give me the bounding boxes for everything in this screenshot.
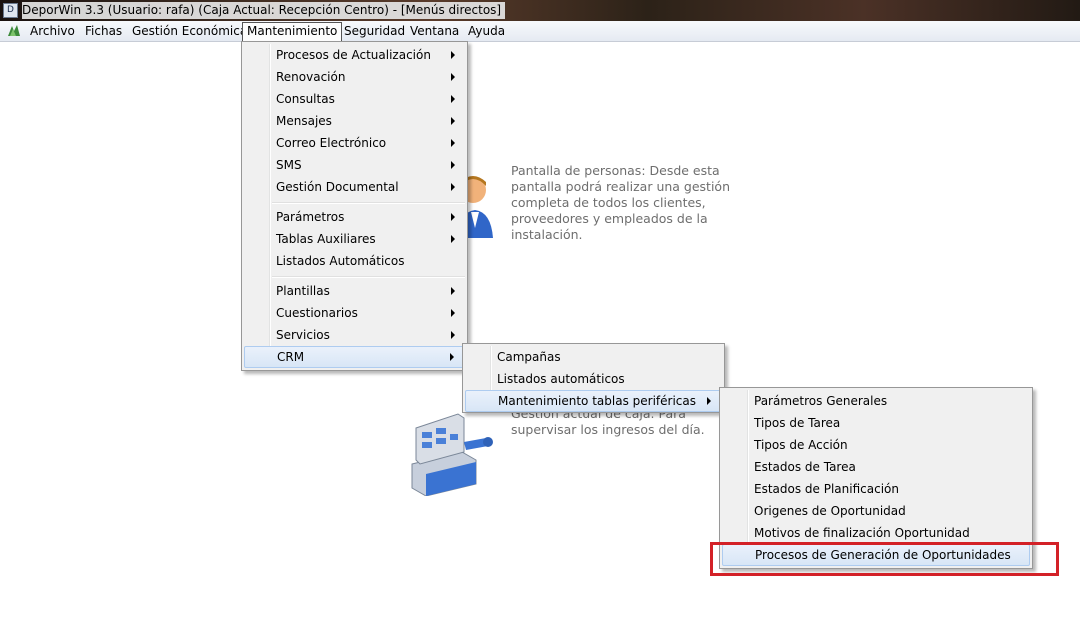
mantenimiento-menu: Procesos de Actualización Renovación Con… [241, 41, 468, 371]
app-logo-icon[interactable] [6, 24, 22, 38]
menu-item-tipos-de-tarea[interactable]: Tipos de Tarea [722, 412, 1030, 434]
crm-submenu: Campañas Listados automáticos Mantenimie… [462, 343, 725, 413]
submenu-arrow-icon [451, 287, 455, 295]
menu-archivo[interactable]: Archivo [26, 22, 79, 40]
menu-item-campanas[interactable]: Campañas [465, 346, 722, 368]
menu-item-tablas-auxiliares[interactable]: Tablas Auxiliares [244, 228, 465, 250]
menu-item-mantenimiento-tablas-perifericas[interactable]: Mantenimiento tablas periféricas [465, 390, 722, 412]
submenu-arrow-icon [451, 183, 455, 191]
submenu-arrow-icon [451, 161, 455, 169]
menu-item-cuestionarios[interactable]: Cuestionarios [244, 302, 465, 324]
menu-item-servicios[interactable]: Servicios [244, 324, 465, 346]
menu-fichas[interactable]: Fichas [81, 22, 126, 40]
submenu-arrow-icon [451, 95, 455, 103]
menu-item-plantillas[interactable]: Plantillas [244, 280, 465, 302]
submenu-arrow-icon [451, 139, 455, 147]
menu-ayuda[interactable]: Ayuda [464, 22, 509, 40]
menu-item-estados-de-planificacion[interactable]: Estados de Planificación [722, 478, 1030, 500]
menu-mantenimiento[interactable]: Mantenimiento [242, 22, 343, 42]
title-bar: D DeporWin 3.3 (Usuario: rafa) (Caja Act… [0, 0, 1080, 21]
menu-separator [272, 202, 465, 204]
menu-item-correo-electronico[interactable]: Correo Electrónico [244, 132, 465, 154]
submenu-arrow-icon [451, 213, 455, 221]
menu-item-parametros[interactable]: Parámetros [244, 206, 465, 228]
submenu-arrow-icon [451, 117, 455, 125]
menu-item-procesos-actualizacion[interactable]: Procesos de Actualización [244, 44, 465, 66]
submenu-arrow-icon [451, 331, 455, 339]
menu-gestion-economica[interactable]: Gestión Económica [128, 22, 251, 40]
cash-register-icon[interactable] [402, 404, 494, 496]
highlight-annotation-box [710, 542, 1059, 576]
menu-item-mensajes[interactable]: Mensajes [244, 110, 465, 132]
menu-item-tipos-de-accion[interactable]: Tipos de Acción [722, 434, 1030, 456]
menu-item-listados-automaticos-crm[interactable]: Listados automáticos [465, 368, 722, 390]
personas-description: Pantalla de personas: Desde esta pantall… [511, 163, 731, 242]
submenu-arrow-icon [451, 235, 455, 243]
menu-item-renovacion[interactable]: Renovación [244, 66, 465, 88]
menu-item-crm[interactable]: CRM [244, 346, 465, 368]
submenu-arrow-icon [451, 51, 455, 59]
menu-item-origenes-de-oportunidad[interactable]: Origenes de Oportunidad [722, 500, 1030, 522]
menu-seguridad[interactable]: Seguridad [340, 22, 409, 40]
submenu-arrow-icon [451, 309, 455, 317]
menu-bar: Archivo Fichas Gestión Económica Manteni… [0, 21, 1080, 42]
menu-item-consultas[interactable]: Consultas [244, 88, 465, 110]
menu-separator [272, 276, 465, 278]
window-title: DeporWin 3.3 (Usuario: rafa) (Caja Actua… [22, 2, 506, 19]
menu-ventana[interactable]: Ventana [406, 22, 463, 40]
submenu-arrow-icon [450, 353, 454, 361]
submenu-arrow-icon [451, 73, 455, 81]
menu-item-sms[interactable]: SMS [244, 154, 465, 176]
menu-item-gestion-documental[interactable]: Gestión Documental [244, 176, 465, 198]
menu-item-parametros-generales[interactable]: Parámetros Generales [722, 390, 1030, 412]
submenu-arrow-icon [707, 397, 711, 405]
app-icon: D [3, 3, 18, 18]
menu-item-estados-de-tarea[interactable]: Estados de Tarea [722, 456, 1030, 478]
menu-item-motivos-finalizacion-oportunidad[interactable]: Motivos de finalización Oportunidad [722, 522, 1030, 544]
menu-item-listados-automaticos[interactable]: Listados Automáticos [244, 250, 465, 272]
